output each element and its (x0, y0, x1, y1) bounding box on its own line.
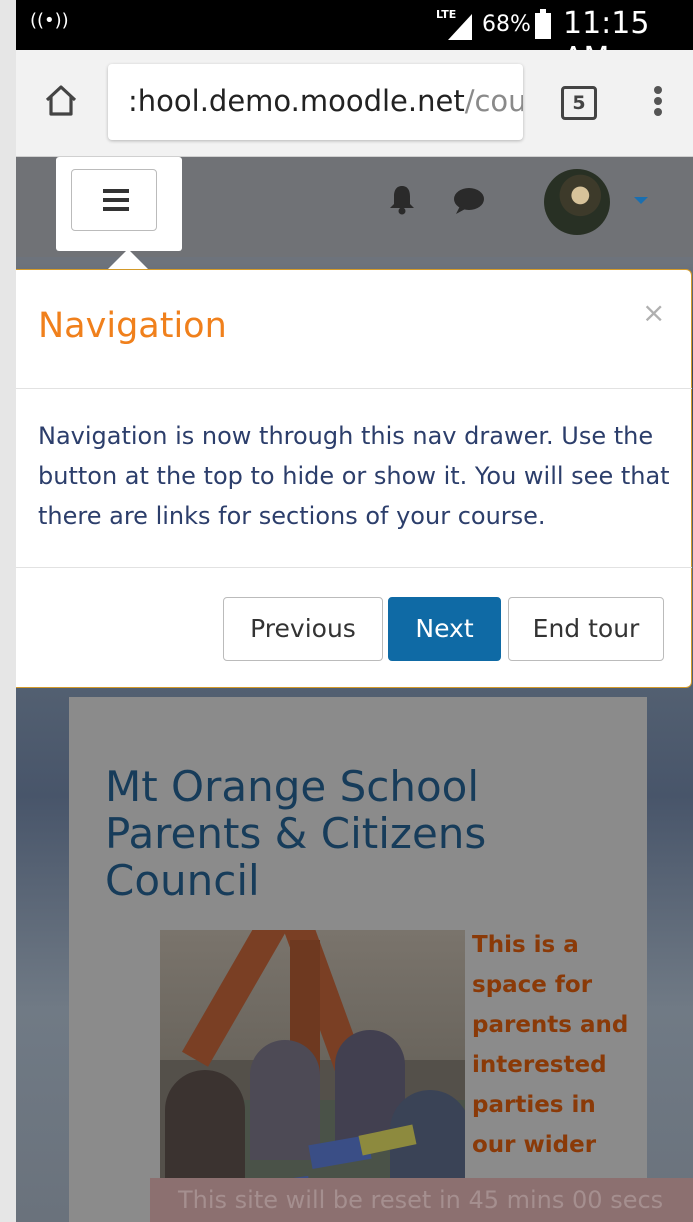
tour-popover: Navigation × Navigation is now through t… (16, 269, 692, 688)
reset-banner: This site will be reset in 45 mins 00 se… (150, 1178, 693, 1222)
bell-icon[interactable] (388, 183, 416, 215)
url-text: :hool.demo.moodle.net/cou (128, 84, 523, 118)
phone-screen: ((•)) LTE 68% 11:15 AM :hool.demo.moodle… (16, 0, 693, 1222)
url-path: /cou (464, 84, 523, 118)
divider (16, 388, 692, 389)
close-icon[interactable]: × (642, 296, 665, 329)
browser-toolbar: :hool.demo.moodle.net/cou 5 (16, 50, 693, 157)
moodle-navbar (16, 157, 693, 257)
caret-down-icon[interactable] (634, 197, 648, 204)
previous-button[interactable]: Previous (223, 597, 383, 661)
overflow-menu-icon[interactable] (652, 86, 664, 120)
chat-bubble-icon[interactable] (453, 187, 485, 215)
next-button[interactable]: Next (388, 597, 501, 661)
tabs-icon[interactable]: 5 (561, 86, 597, 120)
divider (16, 567, 692, 568)
tour-target-highlight (56, 157, 182, 251)
course-summary-card: Mt Orange School Parents & Citizens Coun… (69, 697, 647, 1222)
battery-percent: 68% (482, 12, 531, 37)
wireless-signal-icon: ((•)) (30, 10, 69, 31)
tour-title: Navigation (38, 306, 227, 346)
url-host: :hool.demo.moodle.net (128, 84, 465, 118)
course-title[interactable]: Mt Orange School Parents & Citizens Coun… (105, 763, 575, 904)
avatar[interactable] (544, 169, 610, 235)
battery-icon (535, 9, 551, 39)
home-icon[interactable] (43, 82, 79, 118)
hamburger-menu-icon[interactable] (71, 169, 157, 231)
tour-body: Navigation is now through this nav drawe… (38, 422, 670, 530)
cell-signal-icon (448, 14, 472, 40)
status-bar: ((•)) LTE 68% 11:15 AM (16, 0, 693, 76)
tour-pointer (108, 249, 148, 269)
address-bar[interactable]: :hool.demo.moodle.net/cou (108, 64, 523, 140)
end-tour-button[interactable]: End tour (508, 597, 664, 661)
course-blurb: This is a space for parents and interest… (472, 932, 629, 1158)
